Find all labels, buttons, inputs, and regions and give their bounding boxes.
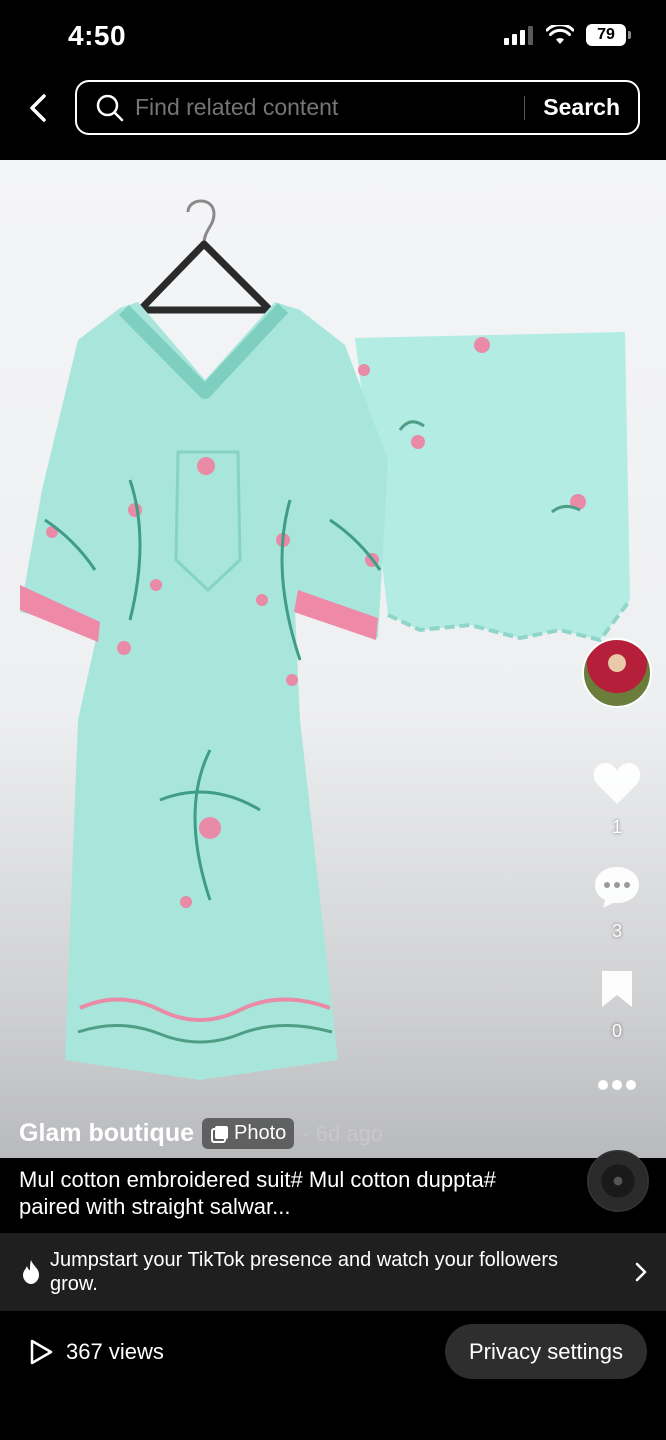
post-photo[interactable]	[0, 160, 666, 1158]
search-button[interactable]: Search	[543, 94, 620, 121]
post-caption[interactable]: Mul cotton embroidered suit# Mul cotton …	[19, 1166, 549, 1220]
chevron-left-icon	[30, 94, 46, 122]
status-time: 4:50	[68, 20, 127, 51]
like-count: 1	[611, 817, 622, 837]
bookmark-icon	[602, 971, 632, 1007]
battery-indicator: 79	[586, 24, 631, 46]
more-icon	[598, 1080, 636, 1090]
views-label: 367 views	[66, 1339, 164, 1364]
like-button[interactable]: 1	[582, 760, 652, 838]
wifi-icon	[546, 25, 574, 44]
comment-button[interactable]: 3	[582, 864, 652, 942]
search-box[interactable]: Search	[75, 80, 640, 135]
save-button[interactable]: 0	[582, 968, 652, 1042]
privacy-settings-button[interactable]: Privacy settings	[445, 1324, 647, 1379]
music-disc-icon[interactable]	[587, 1150, 649, 1212]
author-row: Glam boutique Photo · 6d ago	[19, 1118, 383, 1149]
author-name[interactable]: Glam boutique	[19, 1119, 194, 1148]
play-icon	[30, 1339, 53, 1365]
search-divider	[524, 95, 526, 120]
avatar[interactable]	[582, 638, 652, 708]
photo-badge-label: Photo	[234, 1122, 287, 1144]
search-input[interactable]	[135, 94, 525, 121]
status-bar: 4:50 79	[0, 0, 666, 72]
views-counter: 367 views	[28, 1338, 164, 1366]
status-icons: 79	[504, 24, 631, 46]
promo-text: Jumpstart your TikTok presence and watch…	[50, 1249, 558, 1295]
promo-banner[interactable]: Jumpstart your TikTok presence and watch…	[0, 1233, 666, 1311]
comment-icon	[595, 867, 639, 908]
posted-time: · 6d ago	[302, 1120, 383, 1146]
garment-image	[20, 199, 632, 1080]
bottom-bar: 367 views Privacy settings	[0, 1311, 666, 1440]
more-button[interactable]	[582, 1078, 652, 1097]
photo-icon	[211, 1125, 228, 1143]
back-button[interactable]	[18, 88, 58, 128]
save-count: 0	[611, 1021, 622, 1041]
signal-icon	[504, 26, 533, 45]
comment-count: 3	[611, 921, 622, 941]
heart-icon	[593, 763, 641, 804]
search-icon	[95, 93, 125, 123]
flame-icon	[23, 1260, 39, 1284]
chevron-right-icon	[635, 1262, 647, 1282]
photo-badge: Photo	[202, 1118, 295, 1149]
top-bar: Search	[0, 72, 666, 160]
